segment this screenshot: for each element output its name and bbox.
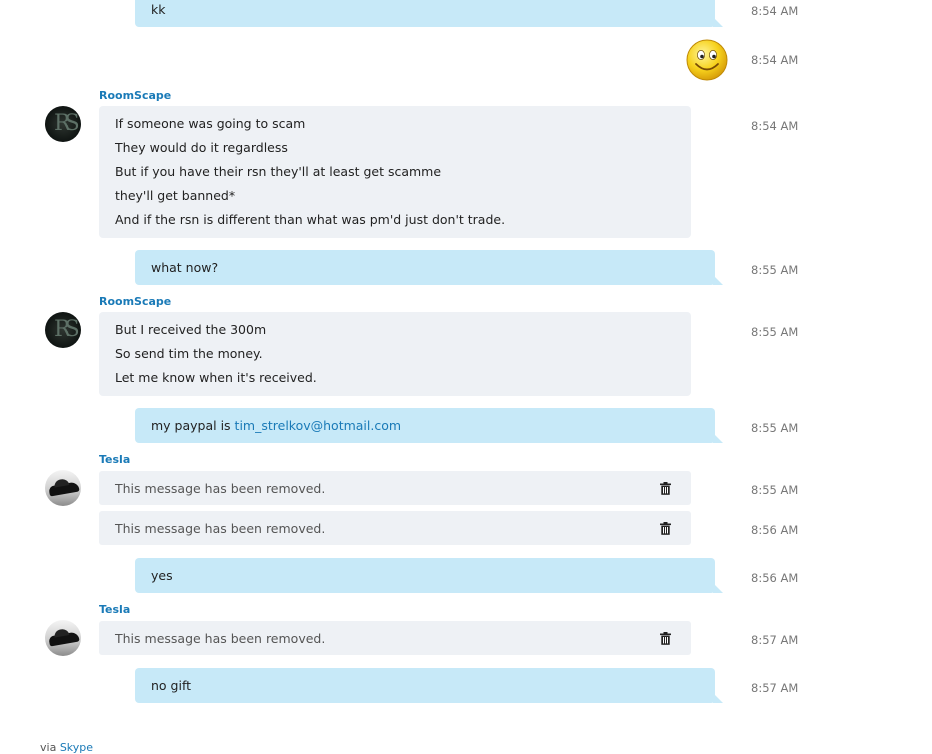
message-timestamp: 8:55 AM	[751, 483, 799, 497]
removed-message: This message has been removed.	[99, 471, 691, 505]
via-footer: via Skype	[40, 741, 93, 754]
avatar[interactable]	[45, 620, 81, 656]
smile-emoji[interactable]	[686, 39, 728, 81]
message-timestamp: 8:55 AM	[751, 421, 799, 435]
message-timestamp: 8:55 AM	[751, 263, 799, 277]
sender-name[interactable]: Tesla	[99, 453, 130, 466]
message-text: yes	[151, 568, 173, 583]
sender-name[interactable]: RoomScape	[99, 295, 171, 308]
avatar[interactable]: RS	[45, 312, 81, 348]
message-line: And if the rsn is different than what wa…	[115, 212, 506, 227]
avatar[interactable]: RS	[45, 106, 81, 142]
message-line: But if you have their rsn they'll at lea…	[115, 164, 442, 179]
incoming-message[interactable]: If someone was going to scam They would …	[99, 106, 691, 238]
message-timestamp: 8:57 AM	[751, 633, 799, 647]
email-link[interactable]: tim_strelkov@hotmail.com	[235, 418, 402, 433]
message-timestamp: 8:55 AM	[751, 325, 799, 339]
message-timestamp: 8:56 AM	[751, 571, 799, 585]
message-text: what now?	[151, 260, 219, 275]
outgoing-message[interactable]: no gift	[135, 668, 723, 703]
trash-icon	[660, 631, 671, 645]
incoming-message[interactable]: But I received the 300m So send tim the …	[99, 312, 691, 396]
message-text: my paypal is	[151, 418, 235, 433]
trash-icon	[660, 521, 671, 535]
message-timestamp: 8:54 AM	[751, 119, 799, 133]
outgoing-message[interactable]: yes	[135, 558, 723, 593]
avatar[interactable]	[45, 470, 81, 506]
message-line: If someone was going to scam	[115, 116, 306, 131]
message-timestamp: 8:54 AM	[751, 53, 799, 67]
message-line: they'll get banned*	[115, 188, 236, 203]
sender-name[interactable]: Tesla	[99, 603, 130, 616]
message-timestamp: 8:56 AM	[751, 523, 799, 537]
message-text: no gift	[151, 678, 192, 693]
via-link[interactable]: Skype	[60, 741, 93, 754]
message-line: But I received the 300m	[115, 322, 267, 337]
sender-name[interactable]: RoomScape	[99, 89, 171, 102]
removed-text: This message has been removed.	[115, 520, 326, 536]
removed-text: This message has been removed.	[115, 630, 326, 646]
trash-icon	[660, 481, 671, 495]
message-line: Let me know when it's received.	[115, 370, 317, 385]
message-timestamp: 8:57 AM	[751, 681, 799, 695]
outgoing-message[interactable]: what now?	[135, 250, 723, 285]
message-timestamp: 8:54 AM	[751, 4, 799, 18]
removed-message: This message has been removed.	[99, 511, 691, 545]
outgoing-message[interactable]: kk	[135, 0, 723, 27]
message-text: kk	[151, 2, 166, 17]
via-label: via	[40, 741, 60, 754]
removed-message: This message has been removed.	[99, 621, 691, 655]
removed-text: This message has been removed.	[115, 480, 326, 496]
message-line: So send tim the money.	[115, 346, 263, 361]
message-line: They would do it regardless	[115, 140, 288, 155]
outgoing-message[interactable]: my paypal is tim_strelkov@hotmail.com	[135, 408, 723, 443]
